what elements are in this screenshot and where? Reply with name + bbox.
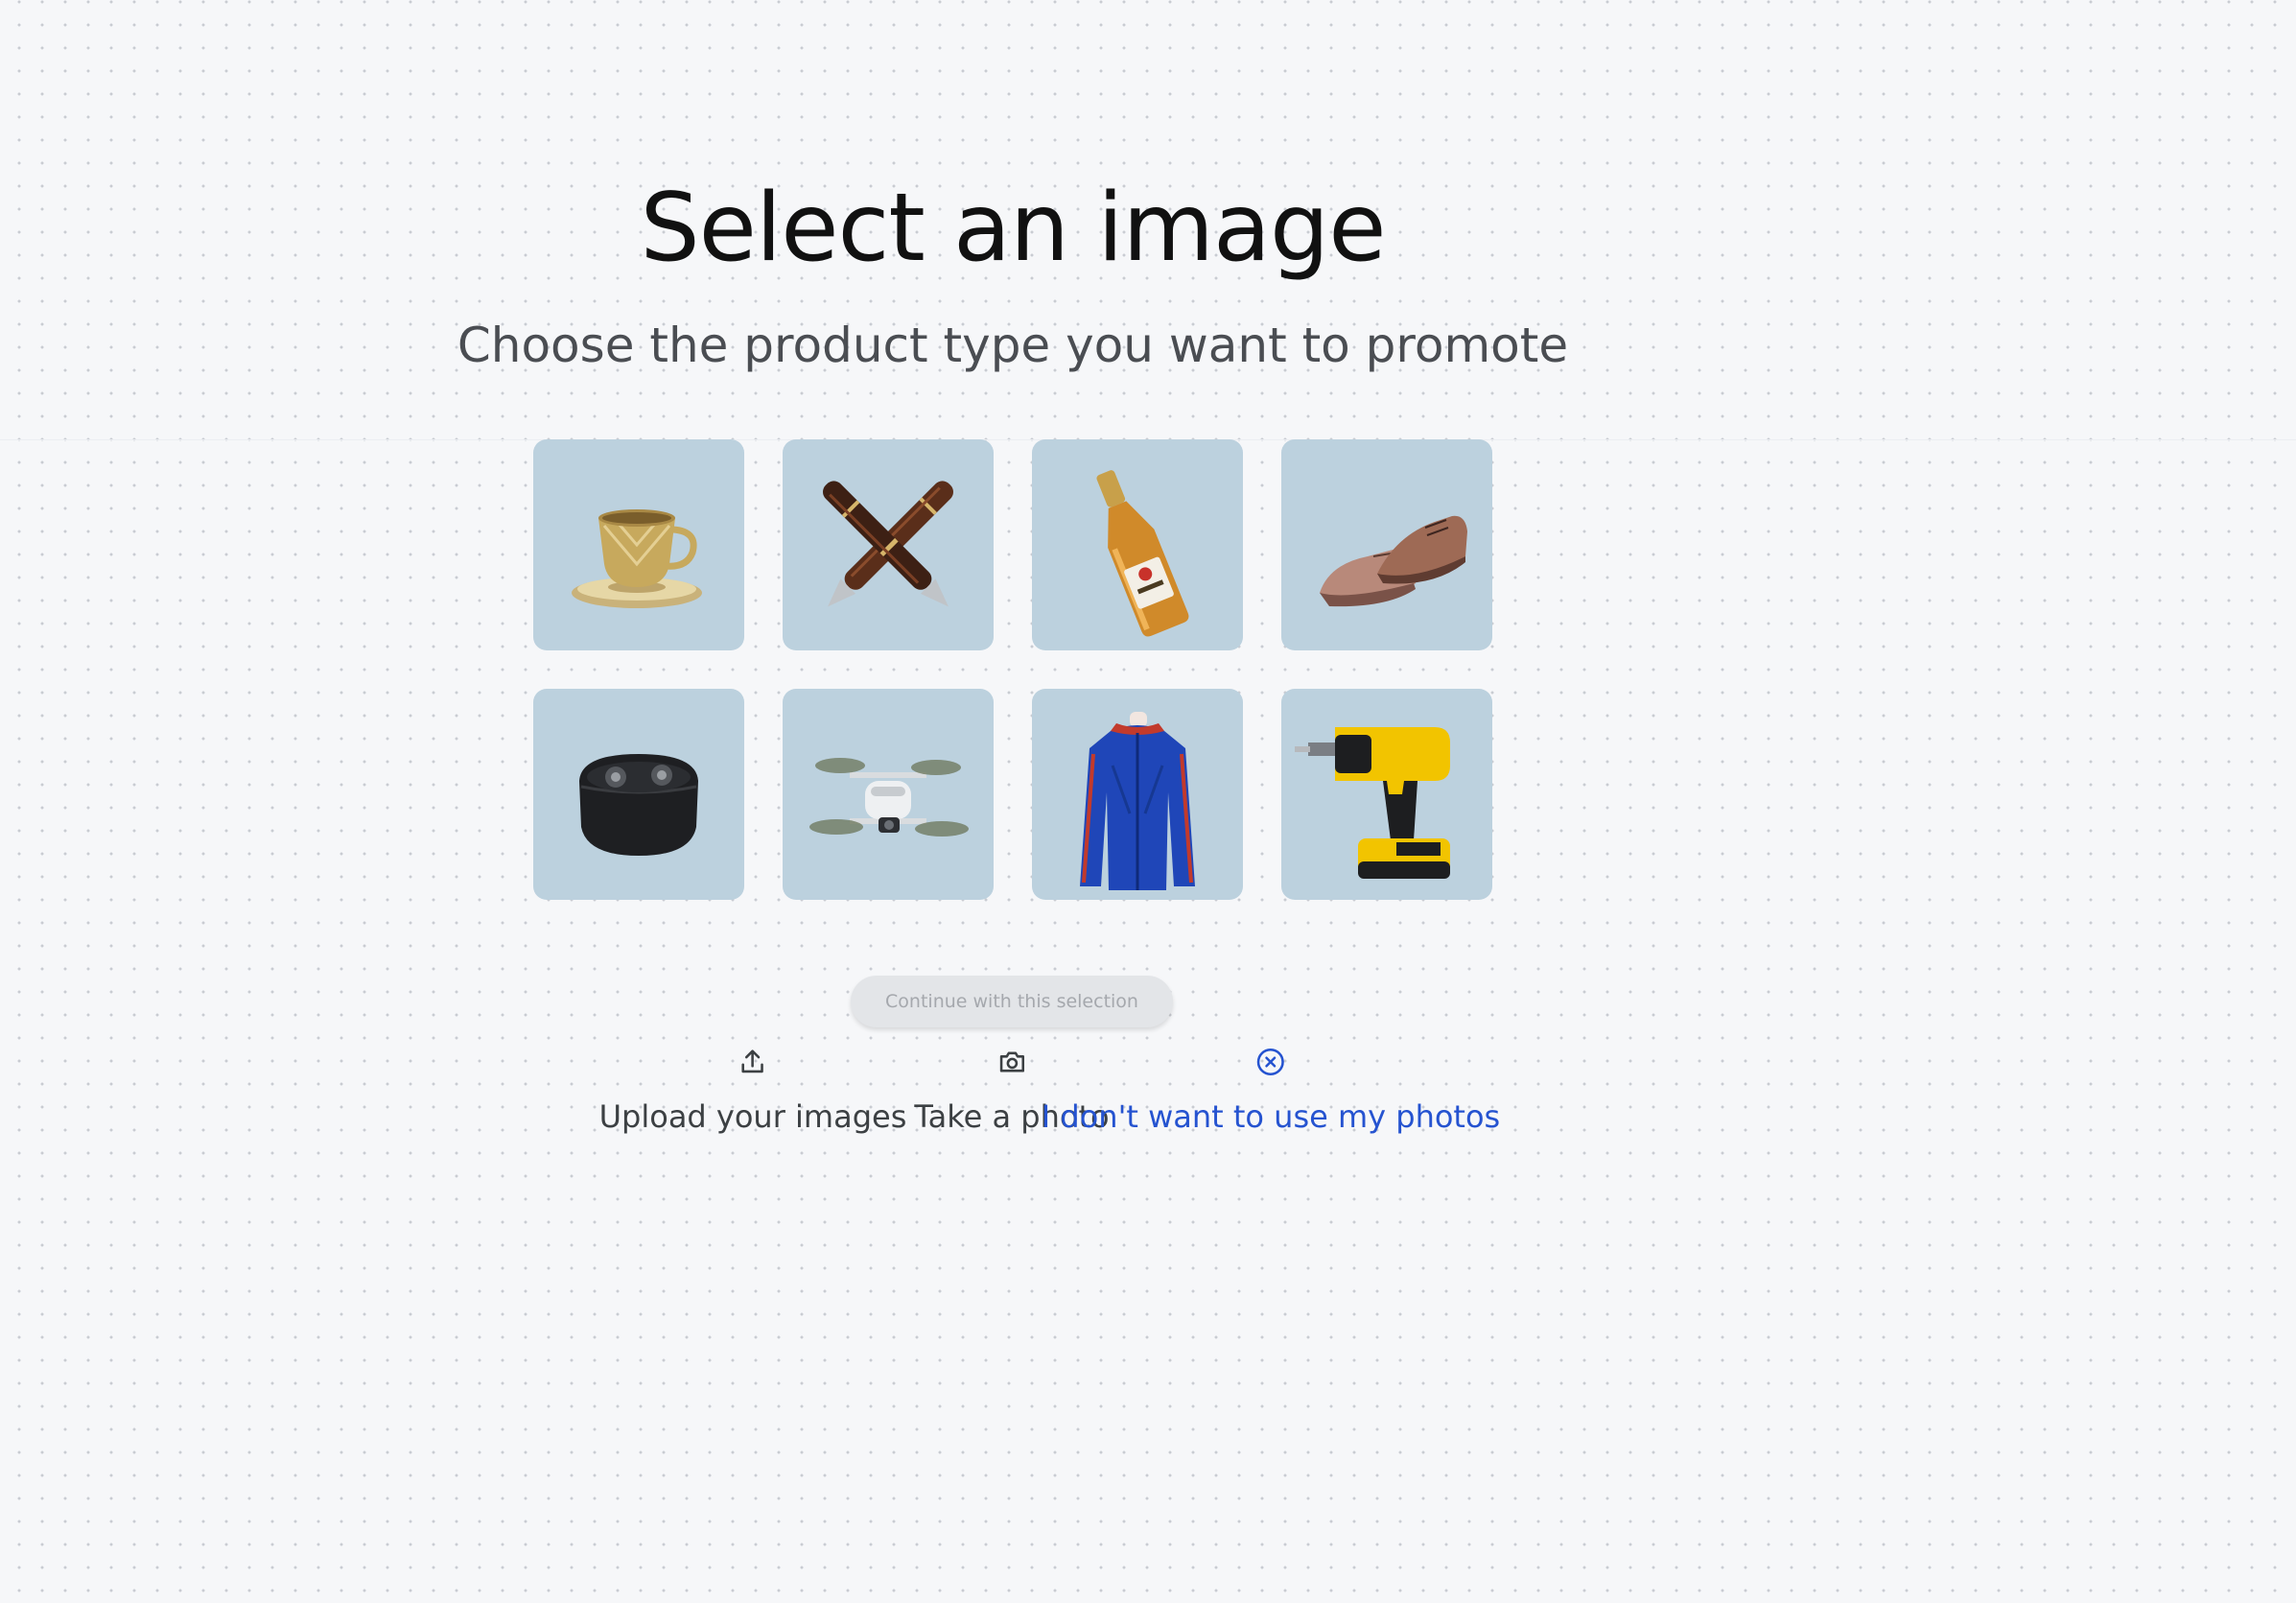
product-image-grid (533, 439, 1492, 900)
power-drill-image (1295, 727, 1450, 879)
cancel-circle-icon (1256, 1048, 1285, 1076)
product-tile-earbuds[interactable] (533, 689, 744, 900)
skip-photos-label: I don't want to use my photos (1041, 1098, 1501, 1135)
dress-shoes-image (1320, 515, 1467, 607)
product-tile-teacup[interactable] (533, 439, 744, 650)
product-tile-drone[interactable] (783, 689, 994, 900)
champagne-bottle-image (1096, 470, 1189, 637)
upload-images-label: Upload your images (598, 1098, 907, 1135)
product-tile-dress-shoes[interactable] (1281, 439, 1492, 650)
product-tile-power-drill[interactable] (1281, 689, 1492, 900)
continue-button[interactable]: Continue with this selection (851, 976, 1173, 1027)
page-subtitle: Choose the product type you want to prom… (457, 318, 1569, 373)
camera-icon (999, 1051, 1024, 1073)
fountain-pens-image (823, 481, 953, 607)
product-tile-champagne[interactable] (1032, 439, 1243, 650)
jacket-image (1080, 712, 1195, 890)
skip-photos-action[interactable]: I don't want to use my photos (1042, 1046, 1500, 1136)
teacup-image (572, 509, 702, 608)
product-tile-fountain-pens[interactable] (783, 439, 994, 650)
earbuds-case-image (579, 754, 698, 856)
drone-image (809, 758, 969, 837)
page-title: Select an image (640, 174, 1386, 283)
product-tile-jacket[interactable] (1032, 689, 1243, 900)
upload-images-action[interactable]: Upload your images (598, 1046, 907, 1136)
upload-icon (741, 1049, 764, 1073)
